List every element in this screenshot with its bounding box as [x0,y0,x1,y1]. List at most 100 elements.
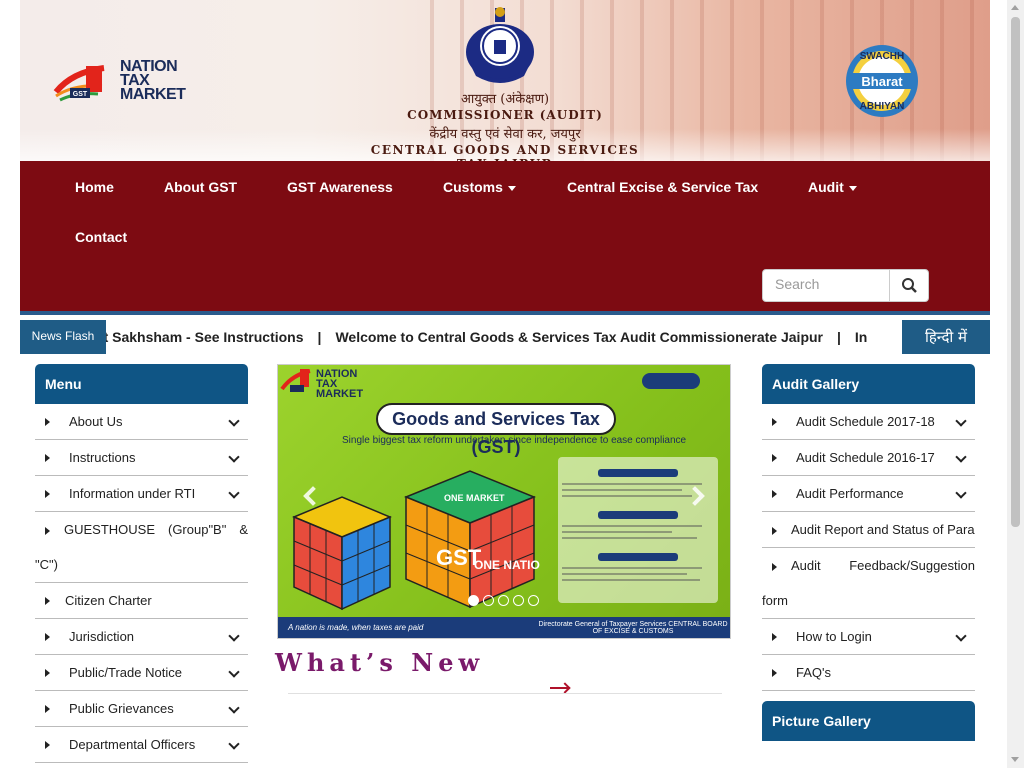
search-button[interactable] [889,269,929,302]
caret-right-icon [772,490,777,498]
caret-right-icon [772,562,777,571]
carousel-dot[interactable] [498,595,509,606]
chevron-down-icon [228,451,240,463]
caret-right-icon [45,418,50,426]
logo-line-3: MARKET [120,86,186,103]
whats-new-divider [288,693,722,694]
chevron-down-icon [228,738,240,750]
caret-right-icon [45,741,50,749]
slide-subtitle: Single biggest tax reform undertaken sin… [342,435,687,446]
caret-right-icon [772,669,777,677]
hindi-language-button[interactable]: हिन्दी में [902,320,990,354]
rubiks-cube-large-icon: GST ONE NATION ONE MARKET [404,470,540,609]
gst-badge-text: GST [73,91,88,98]
cbec-emblem-icon [466,7,534,83]
search-input[interactable]: Search [762,269,890,302]
menu-item-citizen-charter[interactable]: Citizen Charter [35,583,248,619]
audit-item-schedule-2016-17[interactable]: Audit Schedule 2016-17 [762,440,975,476]
caret-right-icon [45,490,50,498]
arrow-right-icon [550,687,568,689]
audit-item-feedback-form[interactable]: Audit Feedback/Suggestion form [762,548,975,619]
chevron-down-icon [228,702,240,714]
nav-home[interactable]: Home [75,179,114,195]
carousel-dot[interactable] [468,595,479,606]
whats-new-heading: What’s New [275,648,485,677]
news-item[interactable]: Welcome to Central Goods & Services Tax … [335,329,823,345]
news-ticker[interactable]: ect Sakhsham - See Instructions | Welcome … [88,329,867,345]
news-flash-label: News Flash [20,320,106,354]
slide-footer: A nation is made, when taxes are paid Di… [278,617,730,638]
caret-right-icon [45,705,50,713]
menu-item-guesthouse[interactable]: GUESTHOUSE (Group"B" & "C") [35,512,248,583]
chevron-down-icon [955,487,967,499]
news-flash-bar: News Flash ect Sakhsham - See Instructio… [20,311,990,355]
nav-about-gst[interactable]: About GST [164,179,237,195]
carousel-dot[interactable] [528,595,539,606]
chevron-down-icon [955,630,967,642]
audit-gallery-panel: Audit Gallery Audit Schedule 2017-18 Aud… [762,364,975,741]
chevron-down-icon [228,666,240,678]
caret-right-icon [772,633,777,641]
menu-item-about-us[interactable]: About Us [35,404,248,440]
audit-item-performance[interactable]: Audit Performance [762,476,975,512]
rubiks-cube-small-icon [292,496,392,611]
nation-tax-market-mark-icon: GST [53,65,105,102]
audit-item-faqs[interactable]: FAQ's [762,655,975,691]
slide-ntm-logo: NATION TAX MARKET [280,367,380,401]
nation-tax-market-mark-icon [280,369,311,392]
svg-text:ABHIYAN: ABHIYAN [860,101,905,112]
caret-down-icon [507,185,516,191]
svg-text:Bharat: Bharat [861,74,903,89]
nav-gst-awareness[interactable]: GST Awareness [287,179,393,195]
page-scrollbar[interactable] [1007,0,1024,768]
slide-title: Goods and Services Tax (GST) [376,403,616,457]
swachh-bharat-logo[interactable]: SWACHH Bharat ABHIYAN [844,43,920,119]
menu-item-jurisdiction[interactable]: Jurisdiction [35,619,248,655]
main-navbar: Home About GST GST Awareness Customs Cen… [20,161,990,311]
carousel-indicators [468,593,543,611]
menu-item-public-grievances[interactable]: Public Grievances [35,691,248,727]
chevron-down-icon [955,451,967,463]
slide-badge [642,373,700,389]
chevron-down-icon [228,487,240,499]
audit-item-how-to-login[interactable]: How to Login [762,619,975,655]
nav-customs-dropdown[interactable]: Customs [443,179,516,195]
news-item[interactable]: In [855,329,867,345]
caret-right-icon [772,454,777,462]
header-title-hindi-2: केंद्रीय वस्तु एवं सेवा कर, जयपुर [429,127,581,142]
caret-right-icon [45,454,50,462]
page: GST NATION TAX MARKET आयुक्त (अंकेक्षण) … [20,0,990,768]
menu-item-public-trade-notice[interactable]: Public/Trade Notice [35,655,248,691]
nav-audit-dropdown[interactable]: Audit [808,179,857,195]
caret-right-icon [772,418,777,426]
chevron-down-icon [228,415,240,427]
audit-item-schedule-2017-18[interactable]: Audit Schedule 2017-18 [762,404,975,440]
caret-right-icon [45,669,50,677]
menu-item-departmental-officers[interactable]: Departmental Officers [35,727,248,763]
gst-carousel[interactable]: NATION TAX MARKET Goods and Services Tax… [277,364,731,639]
nav-contact[interactable]: Contact [75,229,127,245]
carousel-dot[interactable] [513,595,524,606]
menu-item-instructions[interactable]: Instructions [35,440,248,476]
scroll-down-icon[interactable] [1011,757,1019,762]
chevron-down-icon [228,630,240,642]
header-banner: GST NATION TAX MARKET आयुक्त (अंकेक्षण) … [20,0,990,161]
scroll-up-icon[interactable] [1011,5,1019,10]
nation-tax-market-logo[interactable]: GST NATION TAX MARKET [52,58,192,108]
nav-central-excise[interactable]: Central Excise & Service Tax [567,179,758,195]
svg-text:ONE MARKET: ONE MARKET [444,493,505,503]
caret-down-icon [848,185,857,191]
svg-text:ONE NATION: ONE NATION [474,558,540,572]
caret-right-icon [772,526,777,535]
left-menu-title: Menu [35,364,248,404]
scroll-thumb[interactable] [1011,17,1020,527]
audit-item-report-status[interactable]: Audit Report and Status of Para [762,512,975,548]
search-icon [902,278,917,293]
picture-gallery-title: Picture Gallery [762,701,975,741]
audit-gallery-title: Audit Gallery [762,364,975,404]
menu-item-rti[interactable]: Information under RTI [35,476,248,512]
news-item[interactable]: ect Sakhsham - See Instructions [88,329,304,345]
slide-benefits-panel [558,457,718,603]
header-title-english-2: CENTRAL GOODS AND SERVICES TAX,JAIPUR [370,143,640,161]
carousel-dot[interactable] [483,595,494,606]
